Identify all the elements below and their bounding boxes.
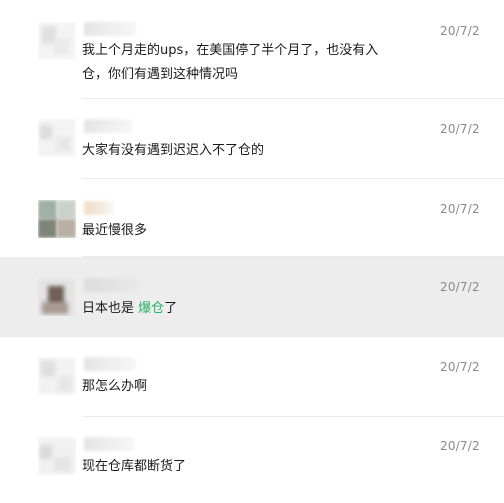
message-time: 20/7/2 [440, 439, 480, 453]
message-item[interactable]: 20/7/2 那怎么办啊 [0, 337, 504, 417]
message-item-hovered[interactable]: 20/7/2 日本也是 爆仓了 [0, 257, 504, 337]
message-text: 现在仓库都断货了 [82, 459, 187, 474]
avatar[interactable] [38, 119, 76, 157]
message-time: 20/7/2 [440, 24, 480, 38]
message-text-line: 仓，你们有遇到这种情况吗 [82, 67, 239, 82]
avatar[interactable] [38, 200, 76, 238]
message-time: 20/7/2 [440, 280, 480, 294]
message-text: 那怎么办啊 [82, 379, 148, 394]
message-item[interactable]: 20/7/2 现在仓库都断货了 [0, 417, 504, 503]
message-item[interactable]: 20/7/2 大家有没有遇到迟迟入不了仓的 [0, 99, 504, 179]
sender-name-blurred [84, 22, 136, 36]
sender-name-blurred [84, 119, 132, 133]
message-text: 我上个月走的ups，在美国停了半个月了，也没有入 仓，你们有遇到这种情况吗 [82, 39, 422, 87]
message-text: 日本也是 爆仓了 [82, 297, 422, 321]
message-text-line: 我上个月走的ups，在美国停了半个月了，也没有入 [82, 43, 379, 58]
message-text: 大家有没有遇到迟迟入不了仓的 [82, 143, 265, 158]
message-time: 20/7/2 [440, 122, 480, 136]
avatar[interactable] [38, 278, 76, 316]
message-item[interactable]: 20/7/2 最近慢很多 [0, 179, 504, 257]
avatar[interactable] [38, 22, 76, 60]
message-text-part: 了 [164, 301, 178, 316]
sender-name-blurred [84, 278, 140, 292]
message-item[interactable]: 20/7/2 我上个月走的ups，在美国停了半个月了，也没有入 仓，你们有遇到这… [0, 0, 504, 99]
sender-name-blurred [84, 357, 136, 371]
message-text-part: 日本也是 [82, 301, 139, 316]
avatar[interactable] [38, 437, 76, 475]
sender-name-blurred [84, 437, 134, 451]
chat-history-list: 20/7/2 我上个月走的ups，在美国停了半个月了，也没有入 仓，你们有遇到这… [0, 0, 504, 503]
message-text: 最近慢很多 [82, 223, 148, 238]
message-time: 20/7/2 [440, 360, 480, 374]
sender-name-blurred [84, 201, 114, 215]
search-keyword-highlight: 爆仓 [138, 301, 165, 316]
avatar[interactable] [38, 357, 76, 395]
message-time: 20/7/2 [440, 202, 480, 216]
